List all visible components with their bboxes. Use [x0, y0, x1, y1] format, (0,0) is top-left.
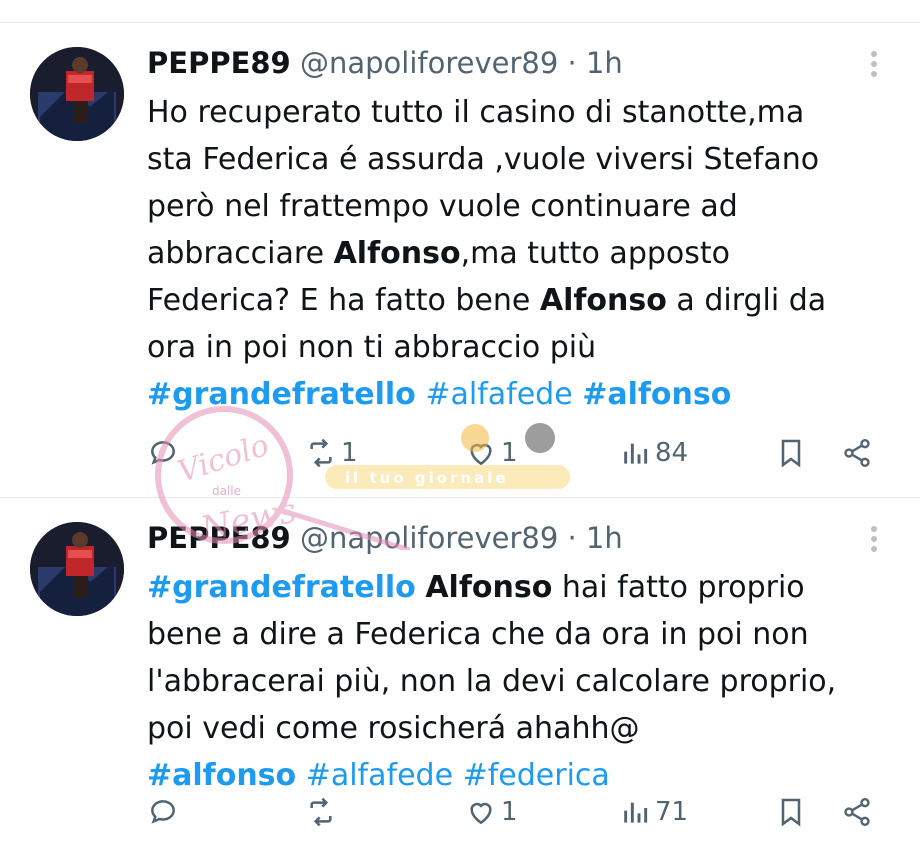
tweet-line: #grandefratello Alfonso hai fatto propri… — [147, 564, 880, 611]
hashtag-link[interactable]: #alfafede — [306, 758, 453, 793]
avatar[interactable] — [30, 47, 124, 141]
tweet-header: PEPPE89 @napoliforever89 · 1h — [147, 518, 860, 558]
tweet-line: #grandefratello #alfafede #alfonso — [147, 371, 880, 418]
tweet-text: #grandefratello Alfonso hai fatto propri… — [147, 564, 880, 799]
tweet-text-segment: però nel frattempo vuole continuare ad — [147, 189, 738, 224]
hashtag-link[interactable]: #alfonso — [582, 377, 731, 412]
tweet-text-segment: a dirgli da — [666, 283, 827, 318]
tweet-line: poi vedi come rosicherá ahahh@ — [147, 705, 880, 752]
view-count: 71 — [655, 797, 689, 827]
bookmark-button[interactable] — [775, 790, 807, 834]
tweet-text-segment: hai fatto proprio — [552, 570, 805, 605]
tweet-line: abbracciare Alfonso,ma tutto apposto — [147, 230, 880, 277]
share-button[interactable] — [841, 431, 873, 475]
bookmark-icon — [781, 798, 801, 827]
bookmark-button[interactable] — [775, 431, 807, 475]
views-icon — [624, 802, 648, 823]
tweet-text-segment: ora in poi non ti abbraccio più — [147, 330, 597, 365]
hashtag-link[interactable]: #grandefratello — [147, 570, 416, 605]
tweet-line: bene a dire a Federica che da ora in poi… — [147, 611, 880, 658]
tweet-text-segment: Federica? E ha fatto bene — [147, 283, 540, 318]
reply-icon — [151, 441, 175, 465]
action-bar: 1 71 — [147, 790, 880, 834]
tweet-line: Federica? E ha fatto bene Alfonso a dirg… — [147, 277, 880, 324]
action-bar: 1 1 84 — [147, 431, 880, 475]
share-icon — [844, 798, 870, 826]
bold-text: Alfonso — [333, 236, 461, 271]
tweet-text-segment — [296, 758, 306, 793]
like-button[interactable]: 1 — [465, 790, 518, 834]
more-options-icon[interactable] — [864, 522, 884, 558]
repost-count: 1 — [341, 438, 358, 468]
reply-button[interactable] — [147, 790, 183, 834]
share-button[interactable] — [841, 790, 873, 834]
share-icon — [844, 439, 870, 467]
display-name[interactable]: PEPPE89 — [147, 521, 291, 555]
reply-button[interactable] — [147, 431, 183, 475]
views-icon — [624, 443, 648, 464]
repost-button[interactable]: 1 — [305, 431, 358, 475]
timestamp[interactable]: 1h — [586, 46, 623, 80]
tweet-text: Ho recuperato tutto il casino di stanott… — [147, 89, 880, 418]
hashtag-link[interactable]: #alfonso — [147, 758, 296, 793]
separator: · — [567, 46, 577, 80]
tweet-text-segment: poi vedi come rosicherá ahahh@ — [147, 711, 640, 746]
like-count: 1 — [501, 438, 518, 468]
like-count: 1 — [501, 797, 518, 827]
repost-icon — [310, 438, 332, 468]
user-handle[interactable]: @napoliforever89 — [300, 46, 558, 80]
avatar[interactable] — [30, 522, 124, 616]
user-handle[interactable]: @napoliforever89 — [300, 521, 558, 555]
hashtag-link[interactable]: #federica — [463, 758, 610, 793]
bookmark-icon — [781, 439, 801, 468]
bold-text: Alfonso — [539, 283, 667, 318]
tweet[interactable]: PEPPE89 @napoliforever89 · 1h #grandefra… — [0, 498, 920, 853]
tweet-text-segment: abbracciare — [147, 236, 334, 271]
tweet-text-segment: ,ma tutto apposto — [460, 236, 731, 271]
tweet-text-segment — [573, 377, 583, 412]
like-button[interactable]: 1 — [465, 431, 518, 475]
tweet-text-segment: bene a dire a Federica che da ora in poi… — [147, 617, 809, 652]
tweet-line: ora in poi non ti abbraccio più — [147, 324, 880, 371]
tweet[interactable]: PEPPE89 @napoliforever89 · 1h Ho recuper… — [0, 23, 920, 498]
separator: · — [567, 521, 577, 555]
tweet-text-segment: sta Federica é assurda ,vuole viversi St… — [147, 142, 820, 177]
heart-icon — [470, 443, 492, 466]
tweet-header: PEPPE89 @napoliforever89 · 1h — [147, 43, 860, 83]
hashtag-link[interactable]: #grandefratello — [147, 377, 416, 412]
heart-icon — [470, 802, 492, 825]
tweet-text-segment — [416, 377, 426, 412]
tweet-text-segment — [453, 758, 463, 793]
views-button[interactable]: 84 — [619, 431, 688, 475]
tweet-line: però nel frattempo vuole continuare ad — [147, 183, 880, 230]
more-options-icon[interactable] — [864, 47, 884, 83]
view-count: 84 — [655, 438, 689, 468]
tweet-text-segment: l'abbracerai più, non la devi calcolare … — [147, 664, 837, 699]
tweet-line: Ho recuperato tutto il casino di stanott… — [147, 89, 880, 136]
tweet-text-segment — [416, 570, 426, 605]
bold-text: Alfonso — [425, 570, 553, 605]
repost-button[interactable] — [305, 790, 341, 834]
timestamp[interactable]: 1h — [586, 521, 623, 555]
hashtag-link[interactable]: #alfafede — [425, 377, 572, 412]
repost-icon — [310, 797, 332, 827]
tweet-text-segment: Ho recuperato tutto il casino di stanott… — [147, 95, 805, 130]
display-name[interactable]: PEPPE89 — [147, 46, 291, 80]
reply-icon — [151, 800, 175, 824]
tweet-line: sta Federica é assurda ,vuole viversi St… — [147, 136, 880, 183]
tweet-line: l'abbracerai più, non la devi calcolare … — [147, 658, 880, 705]
views-button[interactable]: 71 — [619, 790, 688, 834]
